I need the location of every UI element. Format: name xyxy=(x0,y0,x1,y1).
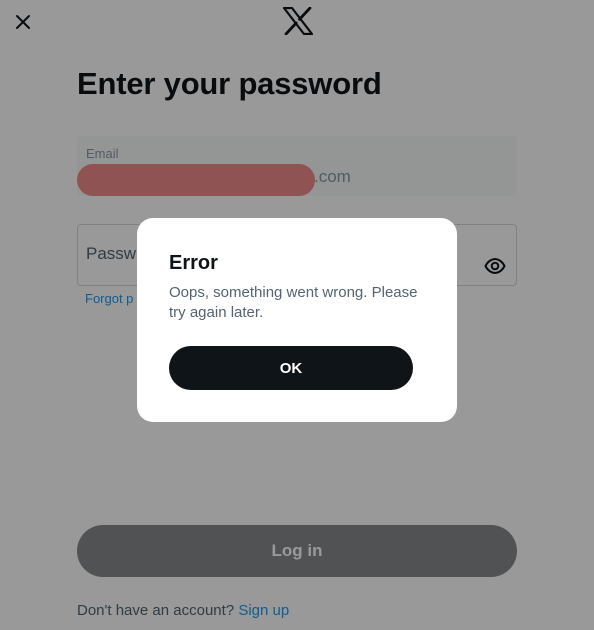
ok-button[interactable]: OK xyxy=(169,346,413,390)
dialog-message: Oops, something went wrong. Please try a… xyxy=(169,284,418,321)
dialog-title: Error xyxy=(169,252,218,274)
error-dialog: Error Oops, something went wrong. Please… xyxy=(137,218,457,422)
